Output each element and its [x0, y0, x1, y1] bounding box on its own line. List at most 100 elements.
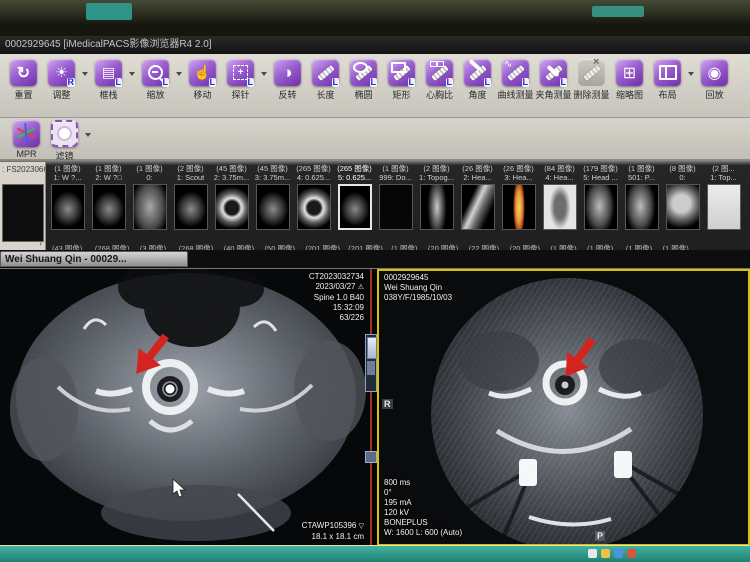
thumb-image — [461, 184, 495, 230]
thumbnail-list: (1 图像)1: W ?... (1 图像)2: W ?□ (1 图像)0: (… — [47, 164, 744, 230]
series-thumbnail[interactable]: (2 图像)1: Topog... — [416, 164, 457, 230]
series-thumbnail[interactable]: (1 图像)2: W ?□ — [88, 164, 129, 230]
thumb-name: 4: 0.625... — [297, 173, 330, 182]
stack-button[interactable]: ▤L 框栈 — [90, 59, 127, 101]
thumb-image — [707, 184, 741, 230]
rectangle-measure-button[interactable]: L 矩形 — [383, 59, 420, 101]
window-title: 0002929645 [iMedicalPACS影像浏览器R4 2.0] — [5, 39, 212, 50]
series-thumbnail[interactable]: (26 图像)2: Hea... — [457, 164, 498, 230]
series-thumbnail[interactable]: (2 图像)1: Scout — [170, 164, 211, 230]
dropdown-arrow[interactable] — [176, 72, 182, 76]
viewport-right-active[interactable]: 0002929645 Wei Shuang Qin 038Y/F/1985/10… — [377, 269, 750, 546]
dropdown-arrow[interactable] — [82, 72, 88, 76]
series-thumbnail[interactable]: (84 图像)4: Hea... — [539, 164, 580, 230]
background-teal-patch — [592, 6, 644, 17]
mouse-badge: L — [408, 78, 416, 87]
series-thumbnail-selected[interactable]: (265 图像)5: 0.625... — [334, 164, 375, 230]
thumb-name: 1: W ?... — [54, 173, 82, 182]
button-label: 夹角测量 — [535, 88, 571, 101]
thumb-image — [625, 184, 659, 230]
button-label: 框栈 — [99, 88, 117, 101]
adjust-window-button[interactable]: ☀R 调整 — [43, 59, 80, 101]
layout-icon — [659, 65, 677, 80]
mpr-button[interactable]: MPR — [8, 120, 45, 159]
series-thumbnail[interactable]: (1 图像)999: Do... — [375, 164, 416, 230]
thumb-count: (2 图像) — [423, 164, 449, 173]
series-thumbnail[interactable]: (1 图像)0: — [129, 164, 170, 230]
toolbar-row2: MPR 滤镜 — [0, 118, 750, 160]
mouse-badge: L — [522, 78, 530, 87]
filter-button[interactable]: 滤镜 — [46, 120, 83, 162]
orientation-marker-right: R — [382, 399, 393, 409]
thumb-name: 1: Top... — [710, 173, 737, 182]
pan-button[interactable]: ☝L 移动 — [184, 59, 221, 101]
length-measure-button[interactable]: L 长度 — [307, 59, 344, 101]
window-icon — [430, 61, 437, 67]
zoom-button[interactable]: L 缩放 — [137, 59, 174, 101]
slice-scrollbar[interactable] — [365, 334, 377, 392]
thumbnail-view-button[interactable]: ⊞ 缩略图 — [611, 59, 648, 101]
thumb-count: (26 图像) — [462, 164, 492, 173]
dropdown-arrow[interactable] — [688, 72, 694, 76]
dropdown-arrow[interactable] — [129, 72, 135, 76]
series-thumbnail[interactable]: (179 图像)5: Head ... — [580, 164, 621, 230]
playback-button[interactable]: ◉ 回放 — [696, 59, 733, 101]
layout-button[interactable]: 布局 — [649, 59, 686, 101]
dropdown-arrow[interactable] — [261, 72, 267, 76]
scrollbar-thumb[interactable] — [367, 337, 377, 359]
tray-icon[interactable] — [588, 549, 597, 558]
thumb-count: (1 图像) — [95, 164, 121, 173]
window-titlebar[interactable]: 0002929645 [iMedicalPACS影像浏览器R4 2.0] — [0, 36, 750, 54]
tray-icon[interactable] — [601, 549, 610, 558]
mouse-badge: L — [209, 78, 217, 87]
series-thumbnail[interactable]: (26 图像)3: Hea... — [498, 164, 539, 230]
study-tab[interactable]: Wei Shuang Qin - 00029... — [0, 251, 188, 267]
patient-list-panel[interactable]: : FS2023066 › — [0, 162, 46, 250]
tray-icon[interactable] — [614, 549, 623, 558]
button-label: 探针 — [231, 88, 249, 101]
annotation-arrow[interactable] — [557, 333, 601, 383]
probe-button[interactable]: +L 探针 — [222, 59, 259, 101]
curve-measure-button[interactable]: ∿L 曲线测量 — [497, 59, 534, 101]
tray-icon[interactable] — [627, 549, 636, 558]
annotation-arrow[interactable] — [128, 329, 174, 381]
dropdown-arrow[interactable] — [85, 133, 91, 137]
thumb-image — [420, 184, 454, 230]
window-icon — [437, 61, 444, 67]
series-thumbnail[interactable]: (2 图...1: Top... — [703, 164, 744, 230]
viewport-left[interactable]: CT2023032734 2023/03/27 ⚠ Spine 1.0 B40 … — [0, 269, 372, 546]
thumb-image — [666, 184, 700, 230]
viewer-tabbar: Wei Shuang Qin - 00029... — [0, 250, 750, 268]
angle-measure-button[interactable]: L 角度 — [459, 59, 496, 101]
filter-icon — [59, 128, 70, 139]
mouse-badge: L — [332, 78, 340, 87]
os-taskbar[interactable] — [0, 545, 750, 562]
overlay-patient-info: 0002929645 Wei Shuang Qin 038Y/F/1985/10… — [384, 273, 452, 303]
series-thumbnail[interactable]: (45 图像)2: 3.75m... — [211, 164, 252, 230]
thumb-name: 0: — [146, 173, 152, 182]
series-thumbnail[interactable]: (45 图像)3: 3.75m... — [252, 164, 293, 230]
series-thumbnail[interactable]: (1 图像)1: W ?... — [47, 164, 88, 230]
accession-label: : FS2023066 — [0, 162, 45, 174]
ellipse-icon — [353, 62, 368, 73]
button-label: 椭圆 — [354, 88, 372, 101]
patient-thumb-box[interactable] — [2, 184, 44, 242]
series-thumbnail[interactable]: (1 图像)501: P... — [621, 164, 662, 230]
cardiothoracic-ratio-button[interactable]: L 心胸比 — [421, 59, 458, 101]
button-label: 心胸比 — [426, 88, 453, 101]
study-tab-label: Wei Shuang Qin - 00029... — [5, 254, 127, 265]
ellipse-measure-button[interactable]: L 椭圆 — [345, 59, 382, 101]
reset-button[interactable]: ↻ 重置 — [5, 59, 42, 101]
taskbar-tray-icons[interactable] — [588, 549, 636, 558]
included-angle-measure-button[interactable]: L 夹角测量 — [535, 59, 572, 101]
scrollbar-button[interactable] — [365, 451, 377, 463]
button-label: 矩形 — [392, 88, 410, 101]
button-label: 缩略图 — [616, 88, 643, 101]
mouse-badge: R — [67, 78, 76, 87]
invert-button[interactable]: ◑ 反转 — [269, 59, 306, 101]
stack-icon: ▤ — [102, 64, 115, 81]
angle-icon — [468, 59, 481, 71]
series-thumbnail[interactable]: (265 图像)4: 0.625... — [293, 164, 334, 230]
expand-more-icon[interactable]: › — [39, 239, 42, 248]
series-thumbnail[interactable]: (8 图像)0: — [662, 164, 703, 230]
